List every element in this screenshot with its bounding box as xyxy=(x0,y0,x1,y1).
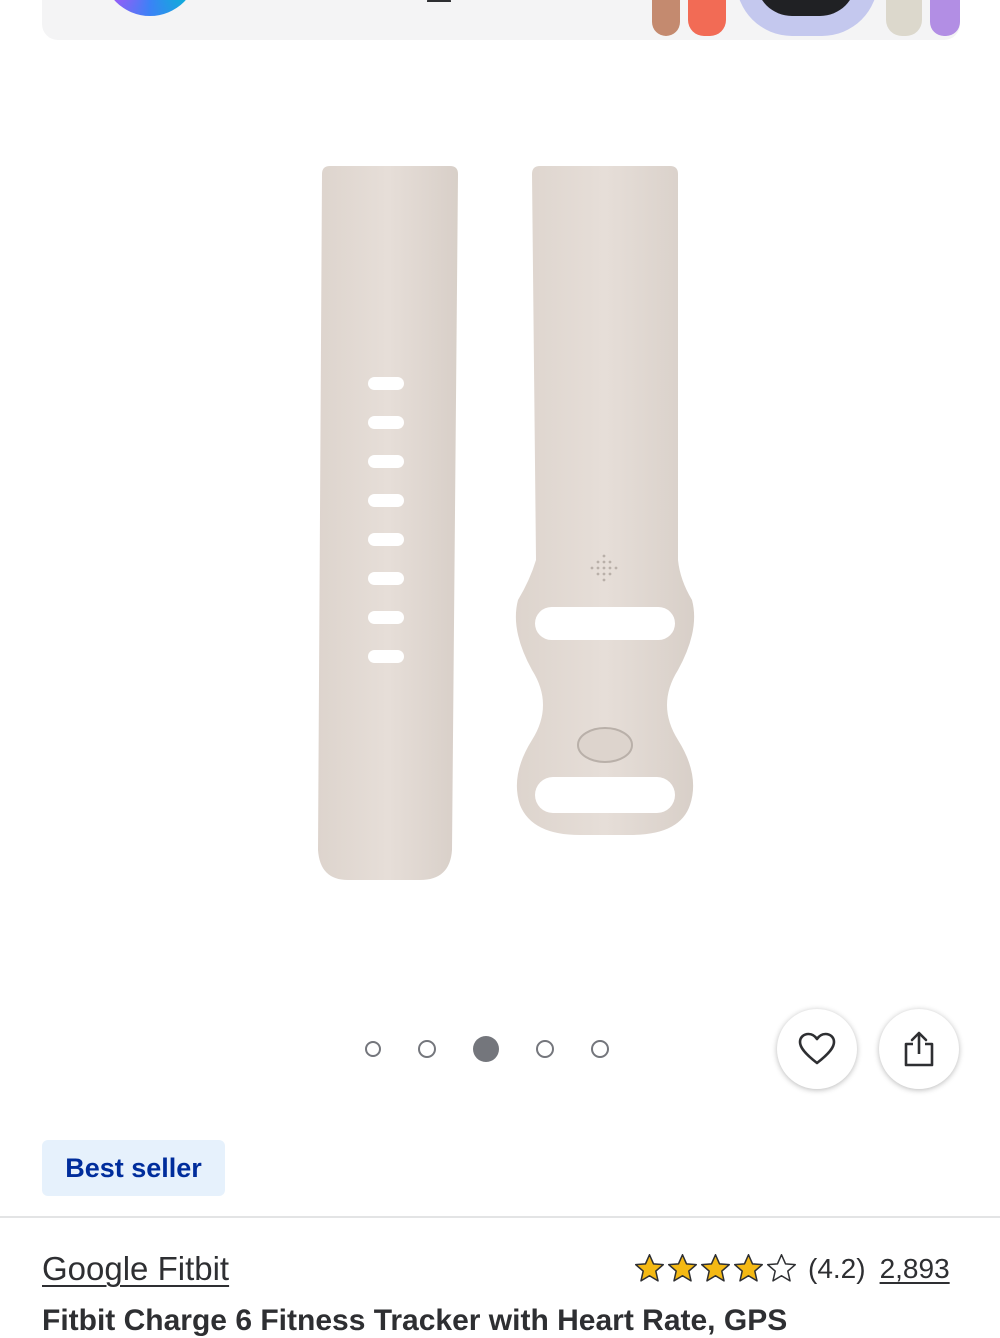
color-wheel-graphic xyxy=(102,0,198,16)
best-seller-badge: Best seller xyxy=(42,1140,225,1196)
star-full-icon xyxy=(634,1253,665,1282)
heart-icon xyxy=(798,1032,836,1065)
carousel-dot-3-active[interactable] xyxy=(473,1036,499,1062)
promo-banner[interactable] xyxy=(42,0,960,40)
star-full-icon xyxy=(667,1253,698,1282)
star-empty-icon xyxy=(766,1253,797,1282)
share-icon xyxy=(904,1031,934,1067)
carousel-indicators xyxy=(365,1036,609,1062)
carousel-dot-2[interactable] xyxy=(418,1040,436,1058)
carousel-dot-5[interactable] xyxy=(591,1040,609,1058)
favorite-button[interactable] xyxy=(777,1009,857,1089)
product-image[interactable] xyxy=(300,160,720,900)
star-full-icon xyxy=(700,1253,731,1282)
share-button[interactable] xyxy=(879,1009,959,1089)
carousel-dot-1[interactable] xyxy=(365,1041,381,1057)
promo-graphic-fragment xyxy=(427,0,451,2)
watch-graphic xyxy=(736,0,878,36)
carousel-dot-4[interactable] xyxy=(536,1040,554,1058)
product-rating[interactable]: (4.2) 2,893 xyxy=(633,1252,950,1285)
band-graphic-cream xyxy=(886,0,922,36)
band-graphic-coral xyxy=(688,0,726,36)
band-graphic-lilac xyxy=(930,0,960,36)
brand-link[interactable]: Google Fitbit xyxy=(42,1250,229,1288)
star-full-icon xyxy=(733,1253,764,1282)
section-divider xyxy=(0,1216,1000,1218)
rating-stars xyxy=(633,1252,798,1285)
band-graphic-tan xyxy=(652,0,680,36)
review-count-link[interactable]: 2,893 xyxy=(880,1253,950,1285)
watch-face-graphic xyxy=(756,0,856,16)
rating-value: (4.2) xyxy=(808,1252,866,1284)
